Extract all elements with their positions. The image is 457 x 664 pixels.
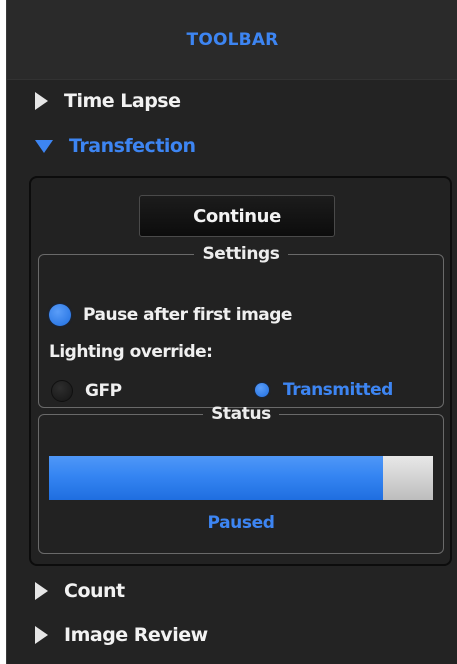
progress-bar-fill xyxy=(49,456,384,500)
toolbar-panel: TOOLBAR Time Lapse Transfection Continue… xyxy=(6,0,457,664)
pause-after-first-image-label: Pause after first image xyxy=(83,305,292,325)
section-image-review[interactable]: Image Review xyxy=(35,620,208,650)
section-label: Transfection xyxy=(69,135,196,157)
radio-selected-icon xyxy=(255,383,269,397)
section-count[interactable]: Count xyxy=(35,576,125,606)
status-legend: Status xyxy=(211,404,271,424)
section-transfection[interactable]: Transfection xyxy=(35,131,196,161)
lighting-transmitted-label: Transmitted xyxy=(283,380,393,400)
triangle-right-icon xyxy=(35,92,48,110)
lighting-gfp-radio[interactable]: GFP xyxy=(51,380,122,402)
status-text: Paused xyxy=(207,513,275,533)
lighting-gfp-label: GFP xyxy=(85,381,122,401)
continue-button[interactable]: Continue xyxy=(139,195,335,237)
triangle-down-icon xyxy=(35,139,53,153)
section-time-lapse[interactable]: Time Lapse xyxy=(35,86,181,116)
status-group: Status Paused xyxy=(38,404,444,554)
settings-group: Settings Pause after first image Lightin… xyxy=(38,244,444,408)
section-label: Count xyxy=(64,580,125,602)
toolbar-header: TOOLBAR xyxy=(7,0,457,80)
progress-bar xyxy=(49,456,433,500)
settings-legend: Settings xyxy=(202,244,280,264)
transfection-panel: Continue Settings Pause after first imag… xyxy=(29,176,452,566)
section-label: Time Lapse xyxy=(64,90,181,112)
toolbar-title: TOOLBAR xyxy=(186,30,279,50)
triangle-right-icon xyxy=(35,582,48,600)
triangle-right-icon xyxy=(35,626,48,644)
radio-unselected-icon xyxy=(51,380,73,402)
section-label: Image Review xyxy=(64,624,208,646)
lighting-override-label: Lighting override: xyxy=(49,342,213,362)
lighting-transmitted-radio[interactable]: Transmitted xyxy=(255,380,393,400)
radio-selected-icon xyxy=(49,304,71,326)
pause-after-first-image-radio[interactable]: Pause after first image xyxy=(49,304,292,326)
